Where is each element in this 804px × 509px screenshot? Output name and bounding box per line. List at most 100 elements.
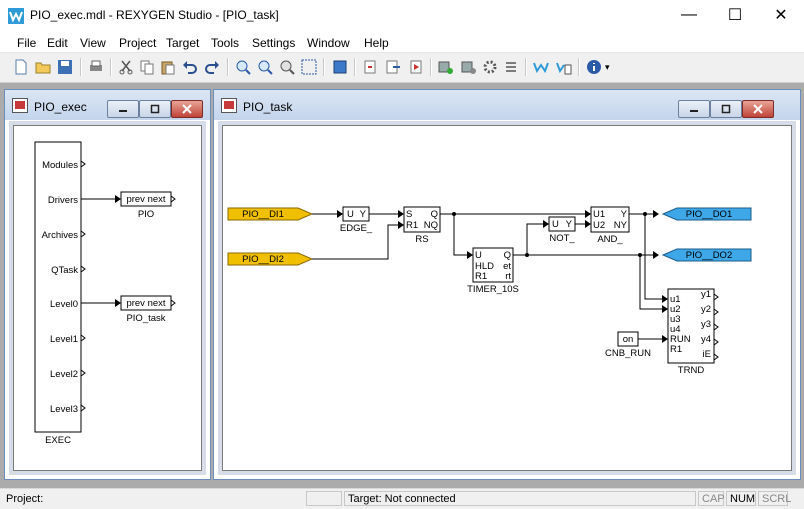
trnd-out-ie: iE — [703, 349, 711, 360]
exec-block-label: EXEC — [45, 435, 71, 446]
print-icon[interactable] — [88, 59, 104, 75]
pio-exec-minimize-button[interactable] — [107, 100, 139, 118]
exec-out-modules: Modules — [42, 160, 78, 171]
pio-driver-label: PIO — [138, 209, 154, 220]
and-in-u1: U1 — [593, 209, 605, 220]
output-tag-do2-label: PIO__DO2 — [686, 250, 732, 261]
menu-tools[interactable]: Tools — [211, 36, 239, 50]
pio-exec-canvas[interactable]: Modules Drivers Archives QTask Level0 Le… — [13, 125, 202, 471]
diagram-icon — [12, 98, 28, 113]
info-icon[interactable] — [586, 59, 602, 75]
not-label: NOT_ — [549, 233, 575, 244]
menu-view[interactable]: View — [80, 36, 106, 50]
exec-out-level2: Level2 — [50, 369, 78, 380]
menu-window[interactable]: Window — [307, 36, 350, 50]
menu-project[interactable]: Project — [119, 36, 156, 50]
pio-exec-title: PIO_exec — [34, 100, 87, 114]
not-out: Y — [566, 219, 573, 230]
mdi-workspace: PIO_exec Modules Drivers Archives QTask … — [0, 83, 804, 488]
status-num: NUM — [726, 491, 756, 506]
and-label: AND_ — [597, 234, 623, 245]
restore-icon — [150, 104, 160, 114]
pio-task-restore-button[interactable] — [710, 100, 742, 118]
status-bar: Project: Target: Not connected CAP NUM S… — [0, 488, 804, 509]
menu-target[interactable]: Target — [166, 36, 199, 50]
pio-task-minimize-button[interactable] — [678, 100, 710, 118]
exec-out-level0: Level0 — [50, 299, 78, 310]
menu-bar: File Edit View Project Target Tools Sett… — [0, 32, 804, 53]
redo-icon[interactable] — [204, 59, 220, 75]
exec-out-qtask: QTask — [51, 265, 78, 276]
pio-task-close-button[interactable] — [742, 100, 774, 118]
select-icon[interactable] — [301, 59, 317, 75]
compile-icon[interactable] — [332, 59, 348, 75]
rs-in-r1: R1 — [406, 220, 418, 231]
watch-list-icon[interactable] — [556, 59, 572, 75]
window-title: PIO_exec.mdl - REXYGEN Studio - [PIO_tas… — [30, 8, 279, 22]
zoom-fit-icon[interactable] — [279, 59, 295, 75]
zoom-in-icon[interactable] — [235, 59, 251, 75]
run-icon[interactable] — [408, 59, 424, 75]
download-icon[interactable] — [362, 59, 378, 75]
upload-icon[interactable] — [385, 59, 401, 75]
menu-file[interactable]: File — [17, 36, 36, 50]
pio-task-canvas[interactable]: PIO__DI1 PIO__DI2 U Y EDGE_ S R1 Q NQ RS… — [222, 125, 792, 471]
watch-icon[interactable] — [533, 59, 549, 75]
copy-icon[interactable] — [139, 59, 155, 75]
exec-diagram: Modules Drivers Archives QTask Level0 Le… — [34, 141, 176, 446]
edge-out: Y — [360, 209, 367, 220]
menu-help[interactable]: Help — [364, 36, 389, 50]
pio-exec-window: PIO_exec Modules Drivers Archives QTask … — [4, 89, 211, 480]
input-tag-di2-label: PIO__DI2 — [242, 254, 284, 265]
block-params-icon[interactable] — [461, 59, 477, 75]
rs-label: RS — [415, 234, 428, 245]
menu-edit[interactable]: Edit — [47, 36, 68, 50]
exec-block[interactable] — [34, 141, 82, 433]
minimize-icon — [119, 110, 127, 112]
rs-out-nq: NQ — [424, 220, 438, 231]
paste-icon[interactable] — [160, 59, 176, 75]
new-icon[interactable] — [13, 59, 29, 75]
edge-label: EDGE_ — [340, 223, 373, 234]
exec-out-drivers: Drivers — [48, 195, 78, 206]
pio-task-ports: prev next — [126, 298, 165, 309]
minimize-icon — [690, 110, 698, 112]
trnd-out-y3: y3 — [701, 319, 711, 330]
list-icon[interactable] — [503, 59, 519, 75]
save-icon[interactable] — [57, 59, 73, 75]
undo-icon[interactable] — [182, 59, 198, 75]
and-in-u2: U2 — [593, 220, 605, 231]
close-button[interactable]: ✕ — [758, 0, 804, 30]
status-empty-pane — [306, 491, 342, 506]
pio-exec-titlebar[interactable]: PIO_exec — [5, 90, 210, 120]
cnb-run-label: CNB_RUN — [605, 348, 651, 359]
trnd-in-r1: R1 — [670, 344, 682, 355]
pio-task-label: PIO_task — [126, 313, 165, 324]
title-bar: PIO_exec.mdl - REXYGEN Studio - [PIO_tas… — [0, 0, 804, 32]
toolbar: ▾ — [0, 53, 804, 83]
block-new-icon[interactable] — [438, 59, 454, 75]
zoom-out-icon[interactable] — [257, 59, 273, 75]
maximize-button[interactable]: ☐ — [712, 0, 758, 30]
pio-exec-body: Modules Drivers Archives QTask Level0 Le… — [9, 121, 206, 475]
trnd-label: TRND — [678, 365, 705, 376]
cut-icon[interactable] — [118, 59, 134, 75]
status-target: Target: Not connected — [344, 491, 696, 506]
trnd-out-y1: y1 — [701, 289, 711, 300]
cnb-run-value: on — [623, 334, 634, 345]
task-diagram: PIO__DI1 PIO__DI2 U Y EDGE_ S R1 Q NQ RS… — [227, 206, 752, 376]
timer-in-r1: R1 — [475, 271, 487, 282]
settings-icon[interactable] — [482, 59, 498, 75]
pio-task-title: PIO_task — [243, 100, 293, 114]
pio-exec-restore-button[interactable] — [139, 100, 171, 118]
pio-exec-close-button[interactable] — [171, 100, 203, 118]
minimize-button[interactable]: — — [666, 0, 712, 30]
input-tag-di1-label: PIO__DI1 — [242, 209, 284, 220]
menu-settings[interactable]: Settings — [252, 36, 295, 50]
pio-task-body: PIO__DI1 PIO__DI2 U Y EDGE_ S R1 Q NQ RS… — [218, 121, 796, 475]
status-project: Project: — [2, 491, 304, 506]
close-icon — [182, 104, 192, 114]
pio-task-titlebar[interactable]: PIO_task — [214, 90, 800, 120]
info-dropdown-icon[interactable]: ▾ — [605, 62, 610, 73]
open-icon[interactable] — [35, 59, 51, 75]
